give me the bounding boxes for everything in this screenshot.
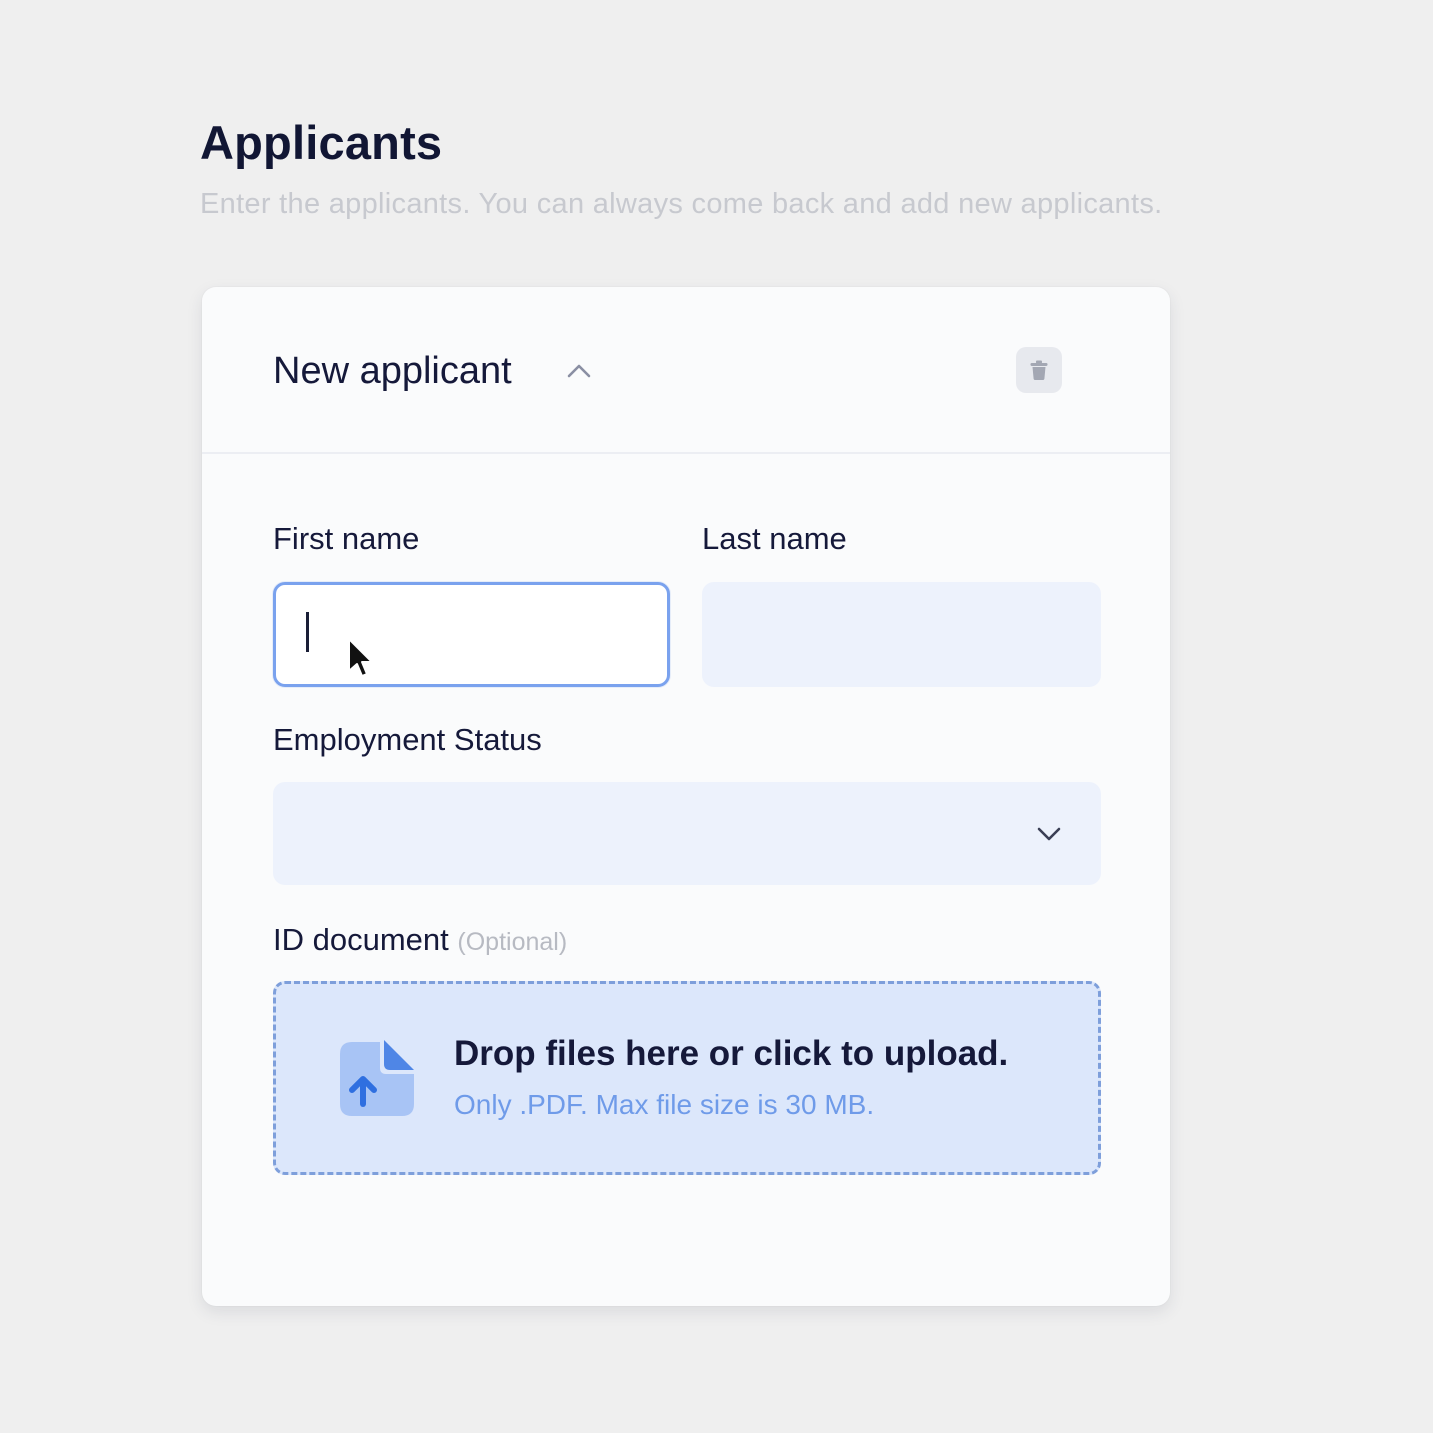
file-upload-icon	[340, 1040, 414, 1116]
collapse-toggle-button[interactable]	[563, 355, 595, 387]
first-name-input[interactable]	[273, 582, 670, 687]
page-title: Applicants	[200, 116, 443, 169]
id-document-label-row: ID document (Optional)	[273, 920, 567, 962]
upload-title: Drop files here or click to upload.	[454, 1034, 1009, 1073]
delete-applicant-button[interactable]	[1016, 347, 1062, 393]
id-document-label: ID document	[273, 922, 449, 957]
text-caret	[306, 612, 309, 652]
optional-tag: (Optional)	[457, 928, 568, 956]
trash-icon	[1030, 360, 1048, 380]
file-dropzone[interactable]: Drop files here or click to upload. Only…	[273, 981, 1101, 1175]
applicant-card-header[interactable]: New applicant	[202, 287, 1170, 454]
chevron-up-icon	[567, 364, 591, 378]
applicant-card-title: New applicant	[273, 350, 512, 392]
last-name-label: Last name	[702, 521, 847, 556]
first-name-label: First name	[273, 521, 420, 556]
last-name-input[interactable]	[702, 582, 1101, 687]
employment-status-label: Employment Status	[273, 722, 542, 757]
upload-hint: Only .PDF. Max file size is 30 MB.	[454, 1089, 875, 1120]
chevron-down-icon	[1037, 827, 1061, 841]
applicant-card: New applicant First name Last name Emplo…	[202, 287, 1170, 1306]
page-header: Applicants Enter the applicants. You can…	[200, 112, 1350, 222]
employment-status-select[interactable]	[273, 782, 1101, 885]
page-subtitle: Enter the applicants. You can always com…	[200, 188, 1163, 220]
